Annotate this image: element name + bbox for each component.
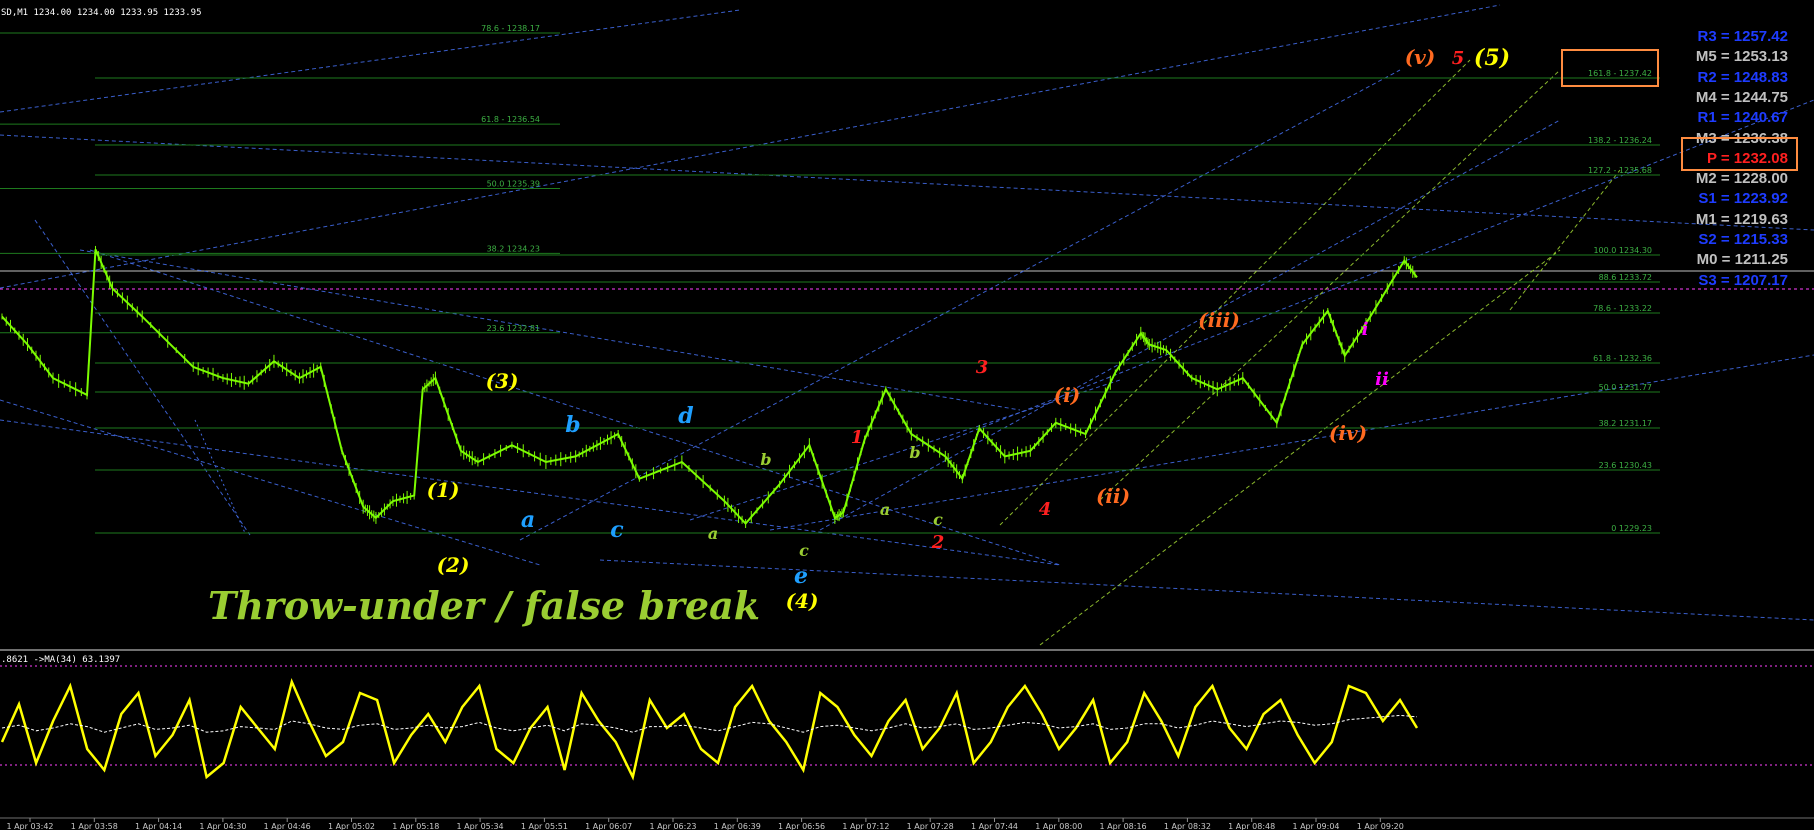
fib-left-label-3: 38.2 1234.23	[487, 244, 540, 253]
pivot-label-8: S1 = 1223.92	[1698, 190, 1788, 208]
wave-label-12: c	[799, 541, 809, 560]
trendline-10	[819, 119, 1561, 531]
pivot-label-9: M1 = 1219.63	[1695, 210, 1788, 228]
trendline-13	[79, 249, 1021, 411]
pivot-label-11: M0 = 1211.25	[1696, 251, 1788, 269]
pivot-label-12: S3 = 1207.17	[1698, 271, 1788, 289]
time-tick-label-6: 1 Apr 05:18	[392, 822, 439, 830]
wave-label-7: c	[610, 517, 624, 543]
fib-right-label-4: 88.6 1233.72	[1599, 273, 1652, 282]
chart-caption: Throw-under / false break	[208, 583, 761, 628]
wave-label-26: i	[1362, 319, 1369, 340]
wave-label-27: ii	[1375, 369, 1389, 390]
wave-label-23: (iii)	[1198, 308, 1240, 332]
pivot-label-2: R2 = 1248.83	[1697, 68, 1789, 86]
time-tick-label-0: 1 Apr 03:42	[6, 822, 53, 830]
time-tick-label-10: 1 Apr 06:23	[649, 822, 696, 830]
wave-label-25: (v)	[1405, 45, 1436, 69]
trendline-5	[599, 559, 1814, 621]
time-tick-label-14: 1 Apr 07:28	[907, 822, 954, 830]
time-tick-label-15: 1 Apr 07:44	[971, 822, 1018, 830]
fib-right-label-6: 61.8 - 1232.36	[1593, 354, 1652, 363]
fib-left-label-0: 78.6 - 1238.17	[481, 24, 540, 33]
price-chart: 78.6 - 1238.17 61.8 - 1236.54 50.0 1235.39…	[0, 4, 1814, 830]
wave-label-3: (4)	[786, 589, 819, 613]
time-tick-label-8: 1 Apr 05:51	[521, 822, 568, 830]
wave-label-4: (5)	[1474, 45, 1510, 71]
fib-right-label-9: 23.6 1230.43	[1599, 461, 1652, 470]
pivot-label-3: M4 = 1244.75	[1695, 88, 1788, 106]
wave-label-1: (2)	[437, 553, 470, 577]
wave-label-8: d	[678, 403, 693, 429]
trendline-2	[0, 134, 1814, 231]
drop-line	[194, 419, 246, 534]
time-tick-label-20: 1 Apr 09:04	[1292, 822, 1339, 830]
time-tick-label-16: 1 Apr 08:00	[1035, 822, 1082, 830]
wave-label-14: b	[909, 443, 920, 462]
target-box	[1561, 49, 1659, 87]
fib-right-label-7: 50.0 1231.77	[1599, 383, 1652, 392]
fib-right-label-8: 38.2 1231.17	[1599, 419, 1652, 428]
trendline-4	[0, 419, 1061, 566]
indicator-header: .8621 ->MA(34) 63.1397	[1, 655, 121, 665]
wave-label-20: 5	[1452, 48, 1465, 69]
fib-right-label-2: 127.2 - 1235.68	[1588, 166, 1652, 175]
oscillator-panel	[0, 665, 1814, 781]
pivot-label-1: M5 = 1253.13	[1695, 48, 1788, 66]
fib-left-label-2: 50.0 1235.39	[487, 179, 540, 188]
pivot-label-4: R1 = 1240.67	[1697, 109, 1789, 127]
trendline-15	[999, 59, 1471, 526]
pivot-box	[1681, 137, 1798, 171]
oscillator-ma-line	[1, 714, 1418, 733]
wave-label-10: a	[708, 524, 718, 543]
time-tick-label-21: 1 Apr 09:20	[1357, 822, 1404, 830]
trendlines	[0, 4, 1814, 651]
price-series	[1, 245, 1418, 528]
fib-left-label-4: 23.6 1232.81	[487, 324, 540, 333]
pivot-label-7: M2 = 1228.00	[1695, 170, 1788, 188]
wave-label-17: 2	[931, 532, 945, 553]
fib-right-label-3: 100.0 1234.30	[1593, 246, 1652, 255]
wave-label-13: a	[880, 500, 890, 519]
wave-label-6: b	[565, 412, 580, 438]
fib-left-label-1: 61.8 - 1236.54	[481, 115, 540, 124]
wave-label-18: 3	[976, 357, 989, 378]
symbol-header: SD,M1 1234.00 1234.00 1233.95 1233.95	[1, 8, 202, 18]
wave-label-5: a	[521, 507, 535, 533]
time-tick-label-18: 1 Apr 08:32	[1164, 822, 1211, 830]
trendline-6	[89, 249, 1061, 566]
wave-label-24: (iv)	[1329, 421, 1367, 445]
time-tick-label-3: 1 Apr 04:30	[199, 822, 246, 830]
time-tick-label-13: 1 Apr 07:12	[842, 822, 889, 830]
wave-label-21: (i)	[1054, 383, 1081, 407]
time-tick-label-2: 1 Apr 04:14	[135, 822, 182, 830]
time-axis: 1 Apr 03:42 1 Apr 03:58 1 Apr 04:14 1 Apr 0…	[0, 817, 1814, 830]
time-tick-label-9: 1 Apr 06:07	[585, 822, 632, 830]
wave-label-22: (ii)	[1096, 484, 1130, 508]
wave-label-19: 4	[1039, 499, 1052, 520]
wave-labels: (1) (2) (3) (4) (5) a b c d e a b c a b c 1 2 3 4 5 (i) (ii) (i…	[427, 45, 1510, 613]
trendline-0	[0, 9, 741, 113]
time-tick-label-4: 1 Apr 04:46	[264, 822, 311, 830]
pivot-label-10: S2 = 1215.33	[1698, 231, 1788, 248]
wave-label-11: b	[760, 450, 771, 469]
wave-label-15: c	[933, 510, 943, 529]
time-tick-label-17: 1 Apr 08:16	[1100, 822, 1147, 830]
time-tick-label-1: 1 Apr 03:58	[71, 822, 118, 830]
fib-right-label-5: 78.6 - 1233.22	[1593, 304, 1652, 313]
time-tick-label-12: 1 Apr 06:56	[778, 822, 825, 830]
fib-right-label-10: 0 1229.23	[1611, 524, 1652, 533]
wave-label-2: (3)	[486, 369, 519, 393]
wave-label-9: e	[794, 563, 808, 589]
wave-label-16: 1	[851, 427, 864, 448]
wave-label-0: (1)	[427, 478, 460, 502]
pivot-label-0: R3 = 1257.42	[1697, 28, 1789, 45]
fib-right-label-1: 138.2 - 1236.24	[1588, 136, 1652, 145]
time-tick-label-19: 1 Apr 08:48	[1228, 822, 1275, 830]
time-tick-label-7: 1 Apr 05:34	[457, 822, 504, 830]
time-tick-label-11: 1 Apr 06:39	[714, 822, 761, 830]
time-tick-label-5: 1 Apr 05:02	[328, 822, 375, 830]
